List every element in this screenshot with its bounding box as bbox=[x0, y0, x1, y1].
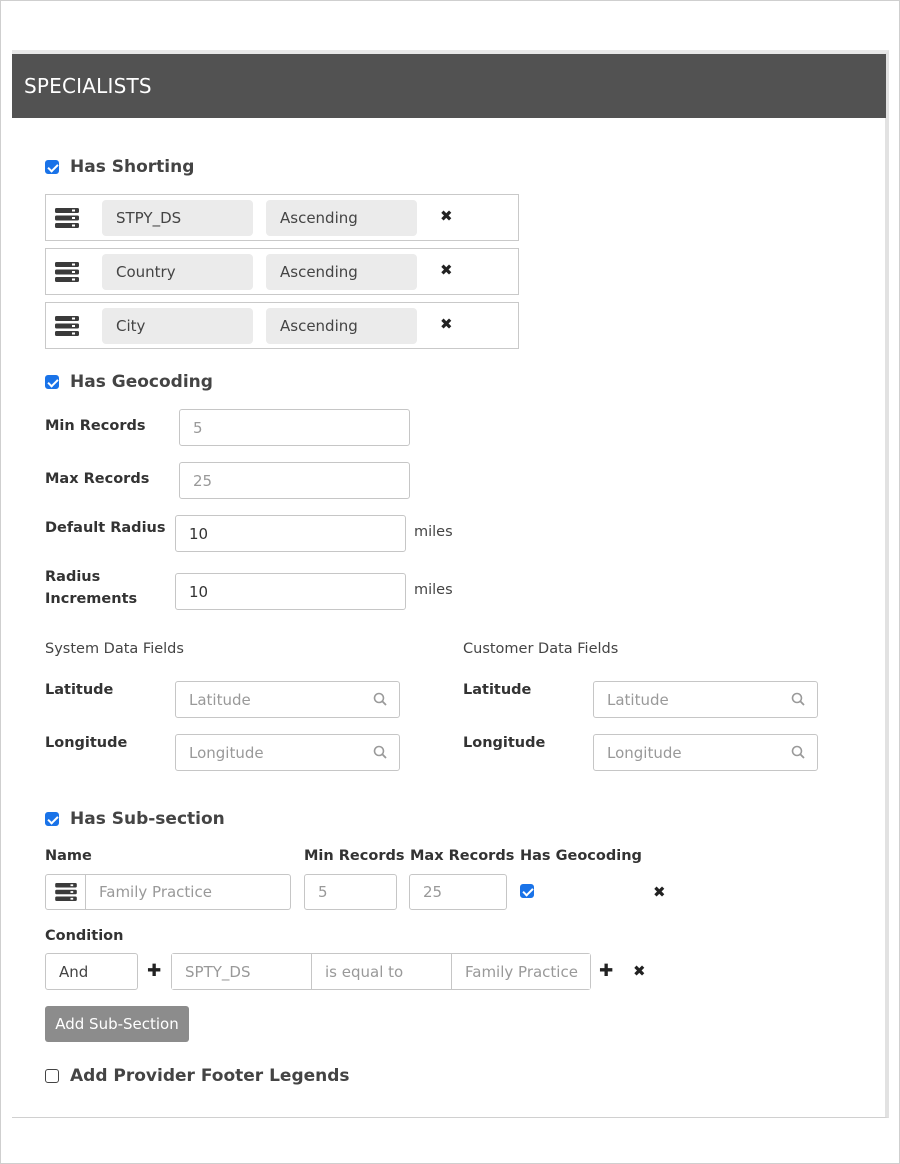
panel-title: SPECIALISTS bbox=[24, 74, 152, 98]
col-min-records-label: Min Records bbox=[304, 848, 405, 864]
search-icon bbox=[373, 745, 387, 759]
has-shorting-checkbox[interactable] bbox=[45, 160, 59, 174]
sort-row: Country Ascending ✖ bbox=[45, 248, 519, 295]
sort-row: STPY_DS Ascending ✖ bbox=[45, 194, 519, 241]
subsection-name-field: Family Practice bbox=[45, 874, 291, 910]
condition-label: Condition bbox=[45, 928, 124, 944]
customer-latitude-label: Latitude bbox=[463, 682, 532, 698]
has-subsection-checkbox[interactable] bbox=[45, 812, 59, 826]
drag-handle-icon[interactable] bbox=[55, 208, 79, 228]
customer-latitude-placeholder: Latitude bbox=[607, 690, 669, 709]
drag-handle-icon bbox=[55, 883, 77, 901]
max-records-label: Max Records bbox=[45, 471, 150, 487]
radius-increments-unit: miles bbox=[414, 582, 453, 598]
search-icon bbox=[791, 745, 805, 759]
radius-increments-input[interactable]: 10 bbox=[175, 573, 406, 610]
drag-handle-icon[interactable] bbox=[55, 316, 79, 336]
condition-field-input[interactable]: SPTY_DS bbox=[172, 954, 312, 989]
subsection-name-input[interactable]: Family Practice bbox=[86, 875, 290, 909]
condition-operator-input[interactable]: is equal to bbox=[312, 954, 452, 989]
add-condition-row-icon[interactable]: ✚ bbox=[599, 961, 613, 981]
col-max-records-label: Max Records bbox=[410, 848, 515, 864]
system-longitude-input[interactable]: Longitude bbox=[175, 734, 400, 771]
search-icon bbox=[791, 692, 805, 706]
customer-longitude-label: Longitude bbox=[463, 735, 546, 751]
sort-field-select[interactable]: Country bbox=[102, 254, 253, 290]
min-records-input[interactable]: 5 bbox=[179, 409, 410, 446]
sort-field-select[interactable]: City bbox=[102, 308, 253, 344]
customer-longitude-input[interactable]: Longitude bbox=[593, 734, 818, 771]
sort-order-select[interactable]: Ascending bbox=[266, 200, 417, 236]
condition-group: SPTY_DS is equal to Family Practice bbox=[171, 953, 591, 990]
has-subsection-label: Has Sub-section bbox=[70, 809, 225, 829]
drag-handle-icon[interactable] bbox=[55, 262, 79, 282]
customer-latitude-input[interactable]: Latitude bbox=[593, 681, 818, 718]
system-latitude-input[interactable]: Latitude bbox=[175, 681, 400, 718]
subsection-drag-handle[interactable] bbox=[46, 875, 86, 909]
customer-longitude-placeholder: Longitude bbox=[607, 743, 682, 762]
remove-condition-icon[interactable]: ✖ bbox=[633, 962, 646, 980]
condition-value-input[interactable]: Family Practice bbox=[452, 954, 590, 989]
add-footer-legends-label: Add Provider Footer Legends bbox=[70, 1066, 350, 1086]
default-radius-input[interactable]: 10 bbox=[175, 515, 406, 552]
col-name-label: Name bbox=[45, 848, 92, 864]
max-records-input[interactable]: 25 bbox=[179, 462, 410, 499]
remove-sort-icon[interactable]: ✖ bbox=[440, 207, 453, 225]
subsection-min-input[interactable]: 5 bbox=[304, 874, 397, 910]
system-longitude-label: Longitude bbox=[45, 735, 128, 751]
has-shorting-label: Has Shorting bbox=[70, 157, 195, 177]
condition-operator-select[interactable]: And bbox=[45, 953, 138, 990]
default-radius-unit: miles bbox=[414, 524, 453, 540]
customer-data-fields-title: Customer Data Fields bbox=[463, 641, 619, 657]
remove-sort-icon[interactable]: ✖ bbox=[440, 261, 453, 279]
add-subsection-button[interactable]: Add Sub-Section bbox=[45, 1006, 189, 1042]
sort-order-select[interactable]: Ascending bbox=[266, 254, 417, 290]
radius-increments-label-line1: Radius bbox=[45, 569, 101, 585]
default-radius-label: Default Radius bbox=[45, 520, 166, 536]
sort-row: City Ascending ✖ bbox=[45, 302, 519, 349]
system-longitude-placeholder: Longitude bbox=[189, 743, 264, 762]
col-has-geocoding-label: Has Geocoding bbox=[520, 848, 642, 864]
radius-increments-label-line2: Increments bbox=[45, 591, 138, 607]
subsection-max-input[interactable]: 25 bbox=[409, 874, 507, 910]
system-latitude-label: Latitude bbox=[45, 682, 114, 698]
system-data-fields-title: System Data Fields bbox=[45, 641, 184, 657]
remove-sort-icon[interactable]: ✖ bbox=[440, 315, 453, 333]
panel-header: SPECIALISTS bbox=[12, 54, 886, 118]
has-geocoding-checkbox[interactable] bbox=[45, 375, 59, 389]
search-icon bbox=[373, 692, 387, 706]
add-condition-icon[interactable]: ✚ bbox=[147, 961, 161, 981]
min-records-label: Min Records bbox=[45, 418, 146, 434]
sort-field-select[interactable]: STPY_DS bbox=[102, 200, 253, 236]
remove-subsection-icon[interactable]: ✖ bbox=[653, 883, 666, 901]
subsection-geocoding-checkbox[interactable] bbox=[520, 884, 534, 898]
has-geocoding-label: Has Geocoding bbox=[70, 372, 213, 392]
sort-order-select[interactable]: Ascending bbox=[266, 308, 417, 344]
system-latitude-placeholder: Latitude bbox=[189, 690, 251, 709]
add-footer-legends-checkbox[interactable] bbox=[45, 1069, 59, 1083]
